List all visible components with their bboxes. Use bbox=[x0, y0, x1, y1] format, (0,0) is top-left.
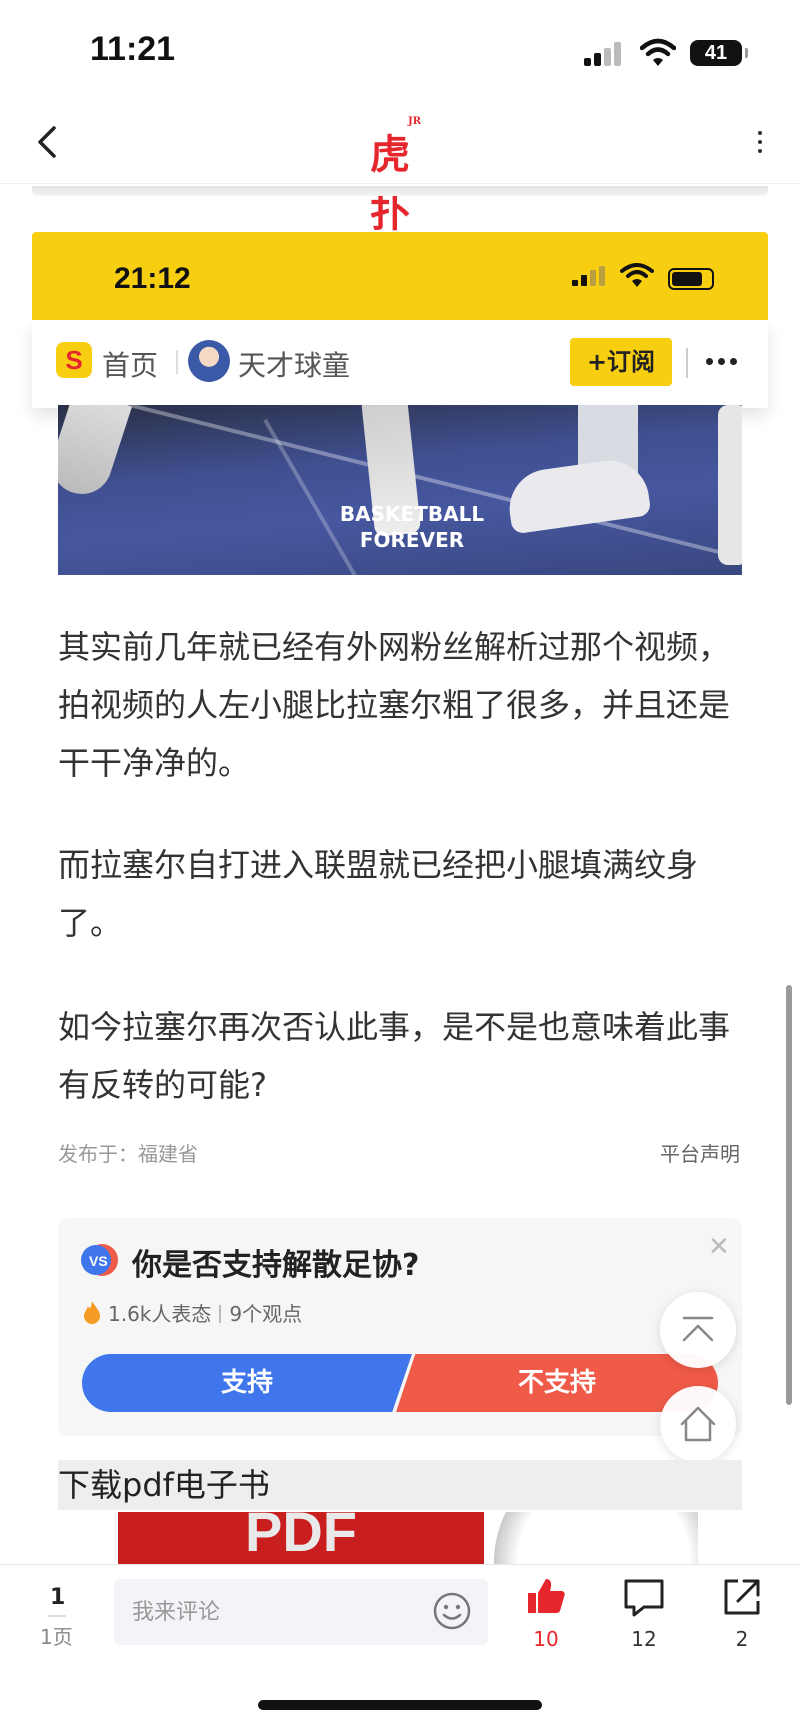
embedded-time: 21:12 bbox=[114, 262, 191, 295]
back-arrow-icon[interactable] bbox=[30, 122, 66, 162]
scrollbar[interactable] bbox=[786, 985, 792, 1405]
embedded-signal-icon bbox=[572, 266, 608, 286]
comment-count: 12 bbox=[631, 1627, 657, 1651]
more-horizontal-icon bbox=[706, 358, 742, 366]
embedded-screenshot: 21:12 S 首页 天才球童 +订阅 bbox=[32, 232, 768, 408]
vote-question: 你是否支持解散足协? bbox=[132, 1248, 420, 1283]
more-options-icon[interactable] bbox=[754, 126, 766, 162]
home-indicator[interactable] bbox=[258, 1700, 542, 1710]
home-icon bbox=[680, 1406, 716, 1442]
embedded-toolbar: S 首页 天才球童 +订阅 bbox=[32, 320, 768, 408]
status-bar: 11:21 41 bbox=[0, 0, 800, 100]
wifi-icon bbox=[640, 38, 676, 66]
article-paragraph: 如今拉塞尔再次否认此事，是不是也意味着此事有反转的可能? bbox=[58, 1008, 731, 1104]
comments-button[interactable]: 12 bbox=[614, 1575, 674, 1651]
hupu-logo: JR 虎扑 bbox=[368, 114, 432, 236]
logo-text: 虎扑 bbox=[370, 131, 410, 236]
flame-icon bbox=[84, 1301, 100, 1324]
divider bbox=[686, 348, 688, 378]
avatar bbox=[188, 340, 230, 382]
battery-icon: 41 bbox=[690, 40, 748, 66]
platform-disclaimer-link[interactable]: 平台声明 bbox=[660, 1138, 740, 1167]
article-paragraph: 而拉塞尔自打进入联盟就已经把小腿填满纹身了。 bbox=[58, 846, 699, 942]
share-count: 2 bbox=[735, 1627, 749, 1651]
embedded-status-bar: 21:12 bbox=[32, 232, 768, 320]
embedded-wifi-icon bbox=[620, 263, 654, 287]
embedded-battery-icon bbox=[668, 268, 714, 290]
home-button[interactable] bbox=[660, 1386, 736, 1462]
pdf-ad-image-text: PDF bbox=[118, 1512, 484, 1564]
article-photo[interactable]: BASKETBALL FOREVER bbox=[58, 405, 742, 575]
photo-watermark: BASKETBALL FOREVER bbox=[332, 501, 492, 553]
app-nav-bar: JR 虎扑 bbox=[0, 100, 800, 236]
embedded-home-label: 首页 bbox=[102, 349, 159, 382]
vote-opinions: 9个观点 bbox=[229, 1302, 303, 1326]
emoji-icon[interactable] bbox=[432, 1591, 472, 1631]
thumbs-up-icon bbox=[528, 1579, 565, 1613]
share-button[interactable]: 2 bbox=[712, 1575, 772, 1651]
page-current[interactable]: 1 bbox=[50, 1585, 65, 1610]
scroll-top-icon bbox=[682, 1316, 714, 1342]
comment-box[interactable] bbox=[114, 1579, 488, 1645]
watermark-line: FOREVER bbox=[359, 528, 465, 552]
vote-support-button[interactable]: 支持 bbox=[82, 1354, 412, 1412]
page-label[interactable]: 1页 bbox=[40, 1621, 73, 1650]
share-icon bbox=[724, 1579, 760, 1615]
vs-icon: VS bbox=[81, 1244, 118, 1276]
like-count: 10 bbox=[533, 1627, 559, 1651]
embedded-subscribe-button: +订阅 bbox=[570, 338, 672, 386]
divider bbox=[176, 350, 178, 374]
publish-location: 发布于：福建省 bbox=[58, 1142, 198, 1166]
cellular-signal-icon bbox=[584, 42, 624, 66]
pdf-ad-title[interactable]: 下载pdf电子书 bbox=[58, 1460, 742, 1510]
vote-participants: 1.6k人表态 bbox=[108, 1302, 212, 1326]
like-button[interactable]: 10 bbox=[516, 1575, 576, 1651]
scroll-to-top-button[interactable] bbox=[660, 1292, 736, 1368]
pdf-ad-image[interactable]: PDF bbox=[118, 1512, 698, 1564]
vote-card: VS 你是否支持解散足协? ✕ 1.6k人表态 9个观点 支持 不支持 bbox=[58, 1218, 742, 1436]
comment-input[interactable] bbox=[132, 1579, 412, 1645]
embedded-author-name: 天才球童 bbox=[238, 349, 351, 382]
comment-bubble-icon bbox=[624, 1579, 664, 1617]
status-time: 11:21 bbox=[90, 30, 176, 68]
close-icon[interactable]: ✕ bbox=[708, 1232, 730, 1262]
article-paragraph: 其实前几年就已经有外网粉丝解析过那个视频，拍视频的人左小腿比拉塞尔粗了很多，并且… bbox=[58, 628, 731, 782]
embedded-app-logo: S bbox=[56, 342, 92, 378]
divider bbox=[32, 186, 768, 196]
watermark-line: BASKETBALL bbox=[339, 502, 485, 526]
vote-stats: 1.6k人表态 9个观点 bbox=[108, 1298, 302, 1327]
divider bbox=[48, 1615, 66, 1617]
svg-text:VS: VS bbox=[89, 1253, 108, 1269]
